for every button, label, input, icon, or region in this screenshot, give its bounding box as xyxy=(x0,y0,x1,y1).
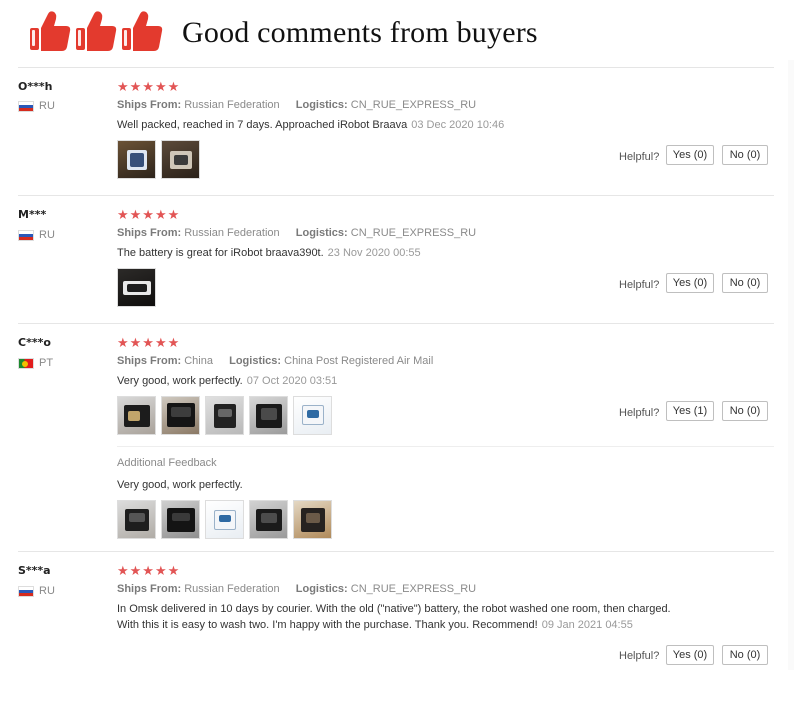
ships-from-value: Russian Federation xyxy=(184,583,280,595)
ships-from-label: Ships From: xyxy=(117,99,182,111)
ships-from-label: Ships From: xyxy=(117,355,182,367)
thumbs-up-group xyxy=(28,8,168,54)
review-photos xyxy=(117,140,200,179)
review-text: In Omsk delivered in 10 days by courier.… xyxy=(117,601,671,633)
review-date: 07 Oct 2020 03:51 xyxy=(246,375,338,387)
review-body: Very good, work perfectly. xyxy=(117,375,243,387)
helpful-no-button[interactable]: No (0) xyxy=(722,645,768,665)
flag-pt-icon xyxy=(18,357,34,369)
review-body-line: In Omsk delivered in 10 days by courier.… xyxy=(117,603,671,615)
page-header: Good comments from buyers xyxy=(0,0,800,66)
helpful-no-button[interactable]: No (0) xyxy=(722,273,768,293)
review-date: 09 Jan 2021 04:55 xyxy=(541,619,633,631)
thumbs-up-icon xyxy=(76,11,117,52)
reviewer-name: C***o xyxy=(18,336,51,349)
review-photo[interactable] xyxy=(161,500,200,539)
additional-feedback-title: Additional Feedback xyxy=(117,457,217,469)
review-date: 23 Nov 2020 00:55 xyxy=(327,247,421,259)
review-text: Well packed, reached in 7 days. Approach… xyxy=(117,117,504,133)
review-photos xyxy=(117,396,332,435)
ships-from-label: Ships From: xyxy=(117,227,182,239)
review-photos xyxy=(117,268,156,307)
review-photo[interactable] xyxy=(293,396,332,435)
helpful-no-button[interactable]: No (0) xyxy=(722,401,768,421)
scrollbar[interactable] xyxy=(788,60,794,670)
thumbs-up-icon xyxy=(122,11,163,52)
reviewer-country: PT xyxy=(18,357,53,369)
review-body-line: With this it is easy to wash two. I'm ha… xyxy=(117,617,671,633)
review-photo[interactable] xyxy=(117,140,156,179)
review-body: Well packed, reached in 7 days. Approach… xyxy=(117,119,408,131)
flag-ru-icon xyxy=(18,229,34,241)
review-photo[interactable] xyxy=(293,500,332,539)
helpful-label: Helpful? xyxy=(619,407,660,419)
logistics-label: Logistics: xyxy=(295,583,348,595)
ships-from-value: Russian Federation xyxy=(184,99,280,111)
flag-ru-icon xyxy=(18,100,34,112)
reviewer-name: O***h xyxy=(18,80,53,93)
page-title: Good comments from buyers xyxy=(182,16,538,49)
helpful-label: Helpful? xyxy=(619,650,660,662)
review-text: The battery is great for iRobot braava39… xyxy=(117,245,421,261)
country-code: PT xyxy=(39,357,54,369)
logistics-label: Logistics: xyxy=(295,99,348,111)
star-rating: ★★★★★ xyxy=(117,563,181,578)
review-divider xyxy=(18,323,774,324)
star-rating: ★★★★★ xyxy=(117,79,181,94)
review-divider xyxy=(18,551,774,552)
review-photo[interactable] xyxy=(117,268,156,307)
shipping-info: Ships From: China Logistics: China Post … xyxy=(117,355,433,367)
review-photo[interactable] xyxy=(205,396,244,435)
header-divider xyxy=(18,67,774,68)
review-photo[interactable] xyxy=(249,500,288,539)
helpful-label: Helpful? xyxy=(619,151,660,163)
ships-from-label: Ships From: xyxy=(117,583,182,595)
review-divider xyxy=(18,195,774,196)
thumbs-up-icon xyxy=(30,11,71,52)
helpful-yes-button[interactable]: Yes (0) xyxy=(666,645,714,665)
logistics-value: China Post Registered Air Mail xyxy=(284,355,434,367)
country-code: RU xyxy=(39,585,55,597)
review-body: The battery is great for iRobot braava39… xyxy=(117,247,324,259)
review-photo[interactable] xyxy=(117,500,156,539)
helpful-yes-button[interactable]: Yes (0) xyxy=(666,145,714,165)
helpful-yes-button[interactable]: Yes (1) xyxy=(666,401,714,421)
logistics-value: CN_RUE_EXPRESS_RU xyxy=(350,227,477,239)
shipping-info: Ships From: Russian Federation Logistics… xyxy=(117,227,476,239)
additional-feedback-text: Very good, work perfectly. xyxy=(117,479,243,491)
review-photo[interactable] xyxy=(249,396,288,435)
additional-feedback-photos xyxy=(117,500,332,539)
review-text: Very good, work perfectly. 07 Oct 2020 03… xyxy=(117,373,337,389)
shipping-info: Ships From: Russian Federation Logistics… xyxy=(117,583,476,595)
reviewer-name: S***a xyxy=(18,564,51,577)
reviewer-country: RU xyxy=(18,229,55,241)
reviewer-name: M*** xyxy=(18,208,47,221)
shipping-info: Ships From: Russian Federation Logistics… xyxy=(117,99,476,111)
review-photo[interactable] xyxy=(205,500,244,539)
reviewer-country: RU xyxy=(18,100,55,112)
helpful-no-button[interactable]: No (0) xyxy=(722,145,768,165)
review-photo[interactable] xyxy=(161,396,200,435)
star-rating: ★★★★★ xyxy=(117,335,181,350)
helpful-label: Helpful? xyxy=(619,279,660,291)
star-rating: ★★★★★ xyxy=(117,207,181,222)
ships-from-value: Russian Federation xyxy=(184,227,280,239)
additional-feedback-divider xyxy=(117,446,774,447)
review-photo[interactable] xyxy=(161,140,200,179)
logistics-label: Logistics: xyxy=(295,227,348,239)
review-photo[interactable] xyxy=(117,396,156,435)
ships-from-value: China xyxy=(184,355,213,367)
logistics-value: CN_RUE_EXPRESS_RU xyxy=(350,99,477,111)
country-code: RU xyxy=(39,100,55,112)
country-code: RU xyxy=(39,229,55,241)
reviewer-country: RU xyxy=(18,585,55,597)
review-date: 03 Dec 2020 10:46 xyxy=(411,119,505,131)
helpful-yes-button[interactable]: Yes (0) xyxy=(666,273,714,293)
flag-ru-icon xyxy=(18,585,34,597)
logistics-label: Logistics: xyxy=(229,355,282,367)
review-body-line2: With this it is easy to wash two. I'm ha… xyxy=(117,619,538,631)
logistics-value: CN_RUE_EXPRESS_RU xyxy=(350,583,477,595)
